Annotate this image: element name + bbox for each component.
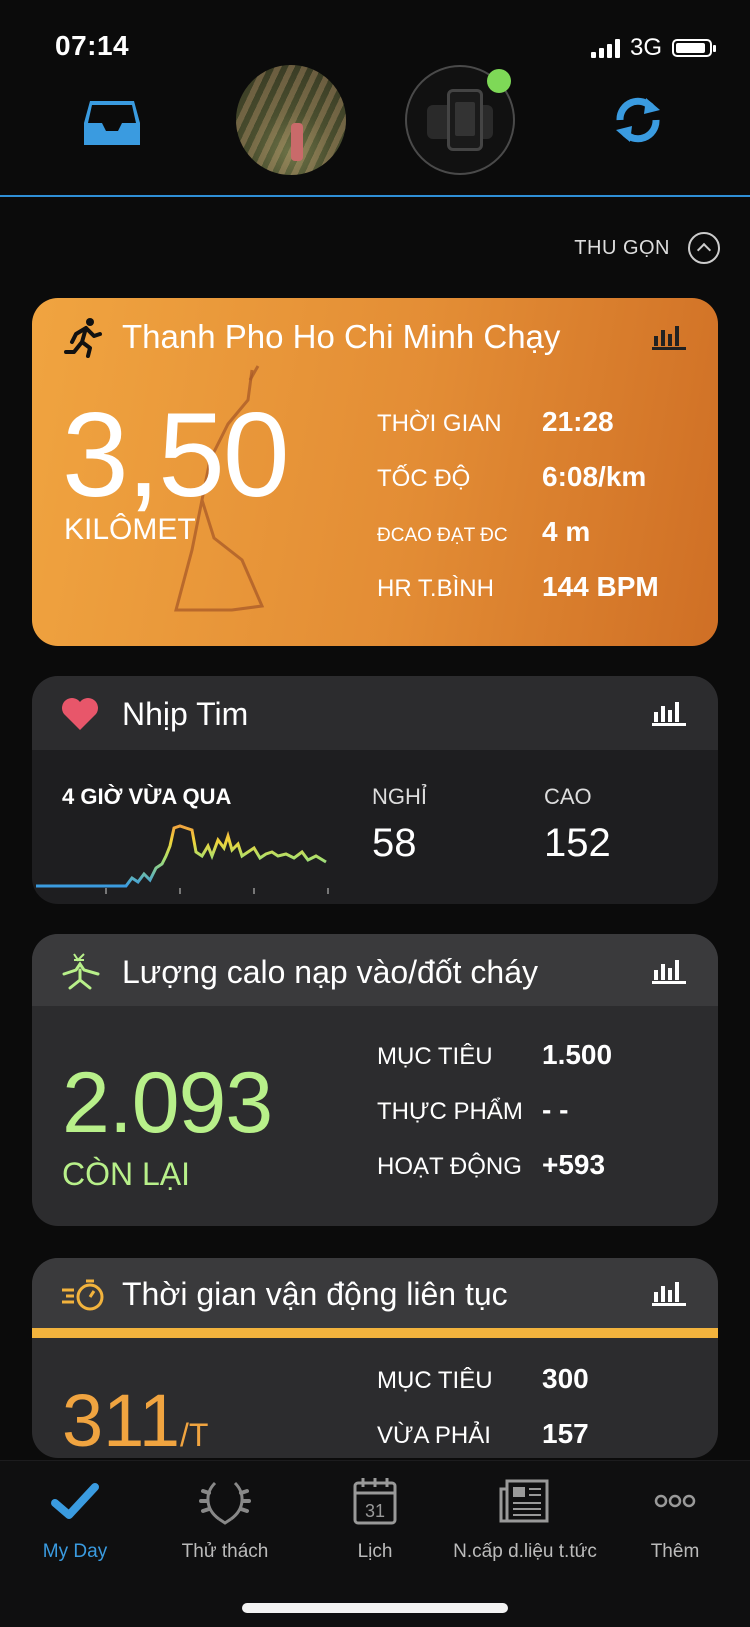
device-connected-indicator bbox=[487, 69, 511, 93]
bar-chart-icon[interactable] bbox=[652, 1278, 686, 1306]
chevron-up-icon bbox=[688, 232, 720, 264]
tab-more[interactable]: Thêm bbox=[600, 1475, 750, 1563]
intensity-title: Thời gian vận động liên tục bbox=[122, 1276, 508, 1312]
tab-newsfeed[interactable]: N.cấp d.liệu t.tức bbox=[450, 1475, 600, 1563]
tab-label: Lịch bbox=[357, 1541, 393, 1562]
bottom-tab-bar: My Day Thử thách 31 Lịch N.cấp d.liệu t.… bbox=[0, 1460, 750, 1627]
heart-rate-card[interactable]: Nhịp Tim 4 GIỜ VỪA QUA NGHỈ 58 CAO 152 bbox=[32, 676, 718, 904]
status-indicators: 3G bbox=[590, 34, 716, 62]
status-time: 07:14 bbox=[55, 30, 130, 61]
tab-label: N.cấp d.liệu t.tức bbox=[453, 1541, 597, 1562]
network-label: 3G bbox=[629, 34, 662, 61]
stat-row: THỜI GIAN 21:28 bbox=[377, 406, 697, 461]
stat-label: THỜI GIAN bbox=[377, 410, 502, 437]
stat-label: THỰC PHẨM bbox=[377, 1098, 523, 1125]
intensity-stats: MỤC TIÊU 300 VỪA PHẢI 157 bbox=[377, 1363, 697, 1458]
signal-icon bbox=[590, 38, 620, 58]
high-label: CAO bbox=[544, 784, 592, 809]
tab-calendar[interactable]: 31 Lịch bbox=[300, 1475, 450, 1563]
activity-stats: THỜI GIAN 21:28 TỐC ĐỘ 6:08/km ĐCAO ĐẠT … bbox=[377, 406, 697, 626]
calorie-stats: MỤC TIÊU 1.500 THỰC PHẨM - - HOẠT ĐỘNG +… bbox=[377, 1039, 697, 1204]
tab-challenges[interactable]: Thử thách bbox=[150, 1475, 300, 1563]
stat-value: - - bbox=[542, 1094, 569, 1125]
stat-label: MỤC TIÊU bbox=[377, 1043, 493, 1070]
inbox-icon bbox=[84, 101, 140, 145]
top-nav bbox=[0, 60, 750, 197]
bar-chart-icon[interactable] bbox=[652, 956, 686, 984]
tab-label: Thử thách bbox=[181, 1541, 269, 1562]
calorie-card[interactable]: Lượng calo nạp vào/đốt cháy 2.093 CÒN LẠ… bbox=[32, 934, 718, 1226]
intensity-progress-bar bbox=[32, 1328, 718, 1338]
device-button[interactable] bbox=[405, 65, 515, 175]
running-icon bbox=[64, 318, 102, 358]
period-label: 4 GIỜ VỪA QUA bbox=[62, 784, 232, 809]
stat-label: TỐC ĐỘ bbox=[377, 465, 471, 492]
stat-row: HR T.BÌNH 144 BPM bbox=[377, 571, 697, 626]
distance-unit: KILÔMET bbox=[64, 513, 196, 546]
stat-value: +593 bbox=[542, 1149, 606, 1180]
calendar-day: 31 bbox=[365, 1501, 385, 1521]
laurel-icon bbox=[199, 1481, 251, 1525]
stat-row: MỤC TIÊU 300 bbox=[377, 1363, 697, 1418]
stat-value: 157 bbox=[542, 1418, 589, 1449]
calories-remaining-label: CÒN LẠI bbox=[62, 1156, 191, 1192]
intensity-value: 311 bbox=[62, 1379, 180, 1458]
intensity-minutes-card[interactable]: Thời gian vận động liên tục 311/T MỤC TI… bbox=[32, 1258, 718, 1458]
heart-icon bbox=[62, 698, 98, 730]
heart-rate-sparkline bbox=[36, 824, 329, 894]
collapse-toggle[interactable]: THU GỌN bbox=[574, 232, 720, 264]
stat-row: MỤC TIÊU 1.500 bbox=[377, 1039, 697, 1094]
high-value: 152 bbox=[544, 821, 611, 865]
stopwatch-icon bbox=[62, 1279, 104, 1311]
collapse-label: THU GỌN bbox=[574, 236, 670, 259]
activity-title: Thanh Pho Ho Chi Minh Chạy bbox=[122, 318, 561, 355]
bar-chart-icon[interactable] bbox=[652, 322, 686, 350]
heart-rate-title: Nhịp Tim bbox=[122, 696, 249, 732]
intensity-value-wrap: 311/T bbox=[62, 1378, 208, 1458]
stat-row: THỰC PHẨM - - bbox=[377, 1094, 697, 1149]
battery-icon bbox=[672, 39, 716, 57]
newsfeed-icon bbox=[499, 1479, 549, 1523]
tab-label: Thêm bbox=[650, 1541, 700, 1562]
bar-chart-icon[interactable] bbox=[652, 698, 686, 726]
stat-value: 300 bbox=[542, 1363, 589, 1394]
resting-label: NGHỈ bbox=[372, 784, 427, 809]
activity-card[interactable]: Thanh Pho Ho Chi Minh Chạy 3,50 KILÔMET … bbox=[32, 298, 718, 646]
stat-label: HOẠT ĐỘNG bbox=[377, 1153, 522, 1180]
stat-row: HOẠT ĐỘNG +593 bbox=[377, 1149, 697, 1204]
stat-label: HR T.BÌNH bbox=[377, 575, 494, 602]
stat-label: VỪA PHẢI bbox=[377, 1422, 491, 1449]
stat-row: VỪA PHẢI 157 bbox=[377, 1418, 697, 1458]
resting-value: 58 bbox=[372, 821, 417, 865]
stat-label: ĐCAO ĐẠT ĐC bbox=[377, 525, 508, 546]
more-icon bbox=[654, 1494, 696, 1508]
stat-label: MỤC TIÊU bbox=[377, 1367, 493, 1394]
distance-value: 3,50 bbox=[62, 388, 290, 522]
calorie-icon bbox=[62, 953, 100, 990]
stat-value: 21:28 bbox=[542, 406, 614, 437]
stat-row: ĐCAO ĐẠT ĐC 4 m bbox=[377, 516, 697, 571]
intensity-unit: /T bbox=[179, 1417, 209, 1453]
calendar-icon: 31 bbox=[353, 1478, 397, 1525]
calories-remaining-value: 2.093 bbox=[62, 1055, 273, 1151]
sync-icon bbox=[616, 97, 660, 143]
stat-row: TỐC ĐỘ 6:08/km bbox=[377, 461, 697, 516]
inbox-button[interactable] bbox=[82, 97, 142, 149]
check-icon bbox=[51, 1483, 99, 1519]
sync-button[interactable] bbox=[608, 90, 668, 150]
stat-value: 1.500 bbox=[542, 1039, 613, 1070]
tab-label: My Day bbox=[42, 1541, 108, 1562]
calorie-title: Lượng calo nạp vào/đốt cháy bbox=[122, 954, 539, 990]
stat-value: 144 BPM bbox=[542, 571, 659, 602]
stat-value: 4 m bbox=[542, 516, 591, 547]
stat-value: 6:08/km bbox=[542, 461, 647, 492]
profile-avatar[interactable] bbox=[236, 65, 346, 175]
home-indicator bbox=[242, 1603, 508, 1613]
tab-my-day[interactable]: My Day bbox=[0, 1475, 150, 1563]
